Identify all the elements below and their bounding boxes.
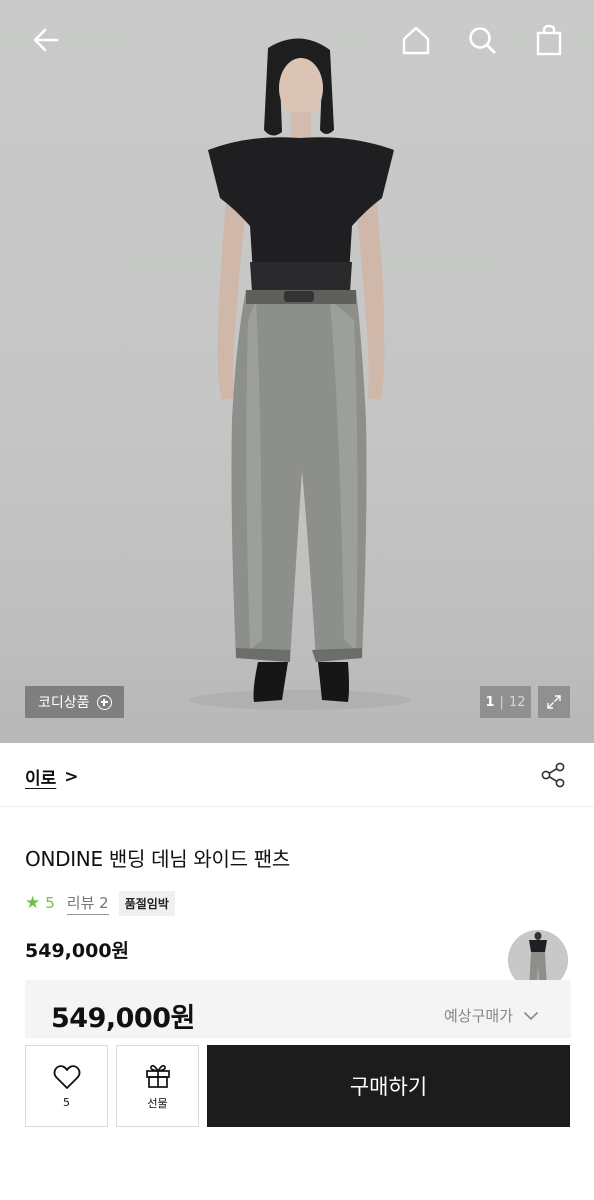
price-summary-box: 549,000원 예상구매가: [25, 980, 571, 1038]
rating-row: ★ 5 리뷰 2 품절임박: [25, 890, 175, 916]
bottom-action-bar: 5 선물 구매하기: [0, 1038, 594, 1200]
expand-image-button[interactable]: [538, 686, 570, 718]
gift-label: 선물: [147, 1097, 168, 1110]
brand-link[interactable]: 이로 >: [25, 764, 79, 790]
gift-icon: [145, 1064, 170, 1088]
coordinated-products-button[interactable]: 코디상품: [25, 686, 124, 718]
like-button[interactable]: 5: [25, 1045, 108, 1127]
chevron-down-icon: [523, 1011, 539, 1020]
heart-icon: [53, 1064, 80, 1089]
like-count: 5: [63, 1095, 70, 1109]
chevron-right-icon: >: [64, 766, 79, 787]
home-icon: [402, 26, 430, 55]
brand-name: 이로: [25, 769, 57, 789]
shopping-bag-icon: [536, 24, 562, 56]
share-icon: [541, 762, 565, 788]
share-button[interactable]: [538, 760, 568, 790]
search-icon: [469, 27, 496, 54]
product-price: 549,000원: [25, 940, 130, 962]
rating-score: 5: [45, 894, 55, 912]
gift-button[interactable]: 선물: [116, 1045, 199, 1127]
image-counter-separator: |: [499, 694, 504, 710]
low-stock-badge: 품절임박: [118, 890, 175, 916]
image-index: 1: [485, 694, 495, 710]
brand-row: 이로 >: [0, 743, 594, 807]
search-button[interactable]: [462, 20, 502, 60]
final-price: 549,000원: [51, 1003, 195, 1034]
coordinated-products-label: 코디상품: [38, 695, 90, 711]
back-button[interactable]: [26, 20, 66, 60]
product-image-carousel[interactable]: 코디상품 1 | 12: [0, 0, 594, 743]
plus-circle-icon: [96, 694, 112, 710]
star-icon: ★: [25, 893, 41, 913]
image-counter: 1 | 12: [480, 686, 531, 718]
product-photo: [190, 38, 410, 710]
buy-button[interactable]: 구매하기: [207, 1045, 570, 1127]
estimated-price-toggle[interactable]: 예상구매가: [444, 1005, 539, 1026]
product-title: ONDINE 밴딩 데님 와이드 팬츠: [25, 847, 290, 871]
estimated-price-label: 예상구매가: [443, 1007, 513, 1025]
home-button[interactable]: [396, 20, 436, 60]
review-link[interactable]: 리뷰 2: [66, 892, 109, 915]
cart-button[interactable]: [529, 20, 569, 60]
expand-icon: [547, 695, 561, 709]
arrow-left-icon: [33, 28, 59, 52]
image-total: 12: [508, 694, 526, 710]
